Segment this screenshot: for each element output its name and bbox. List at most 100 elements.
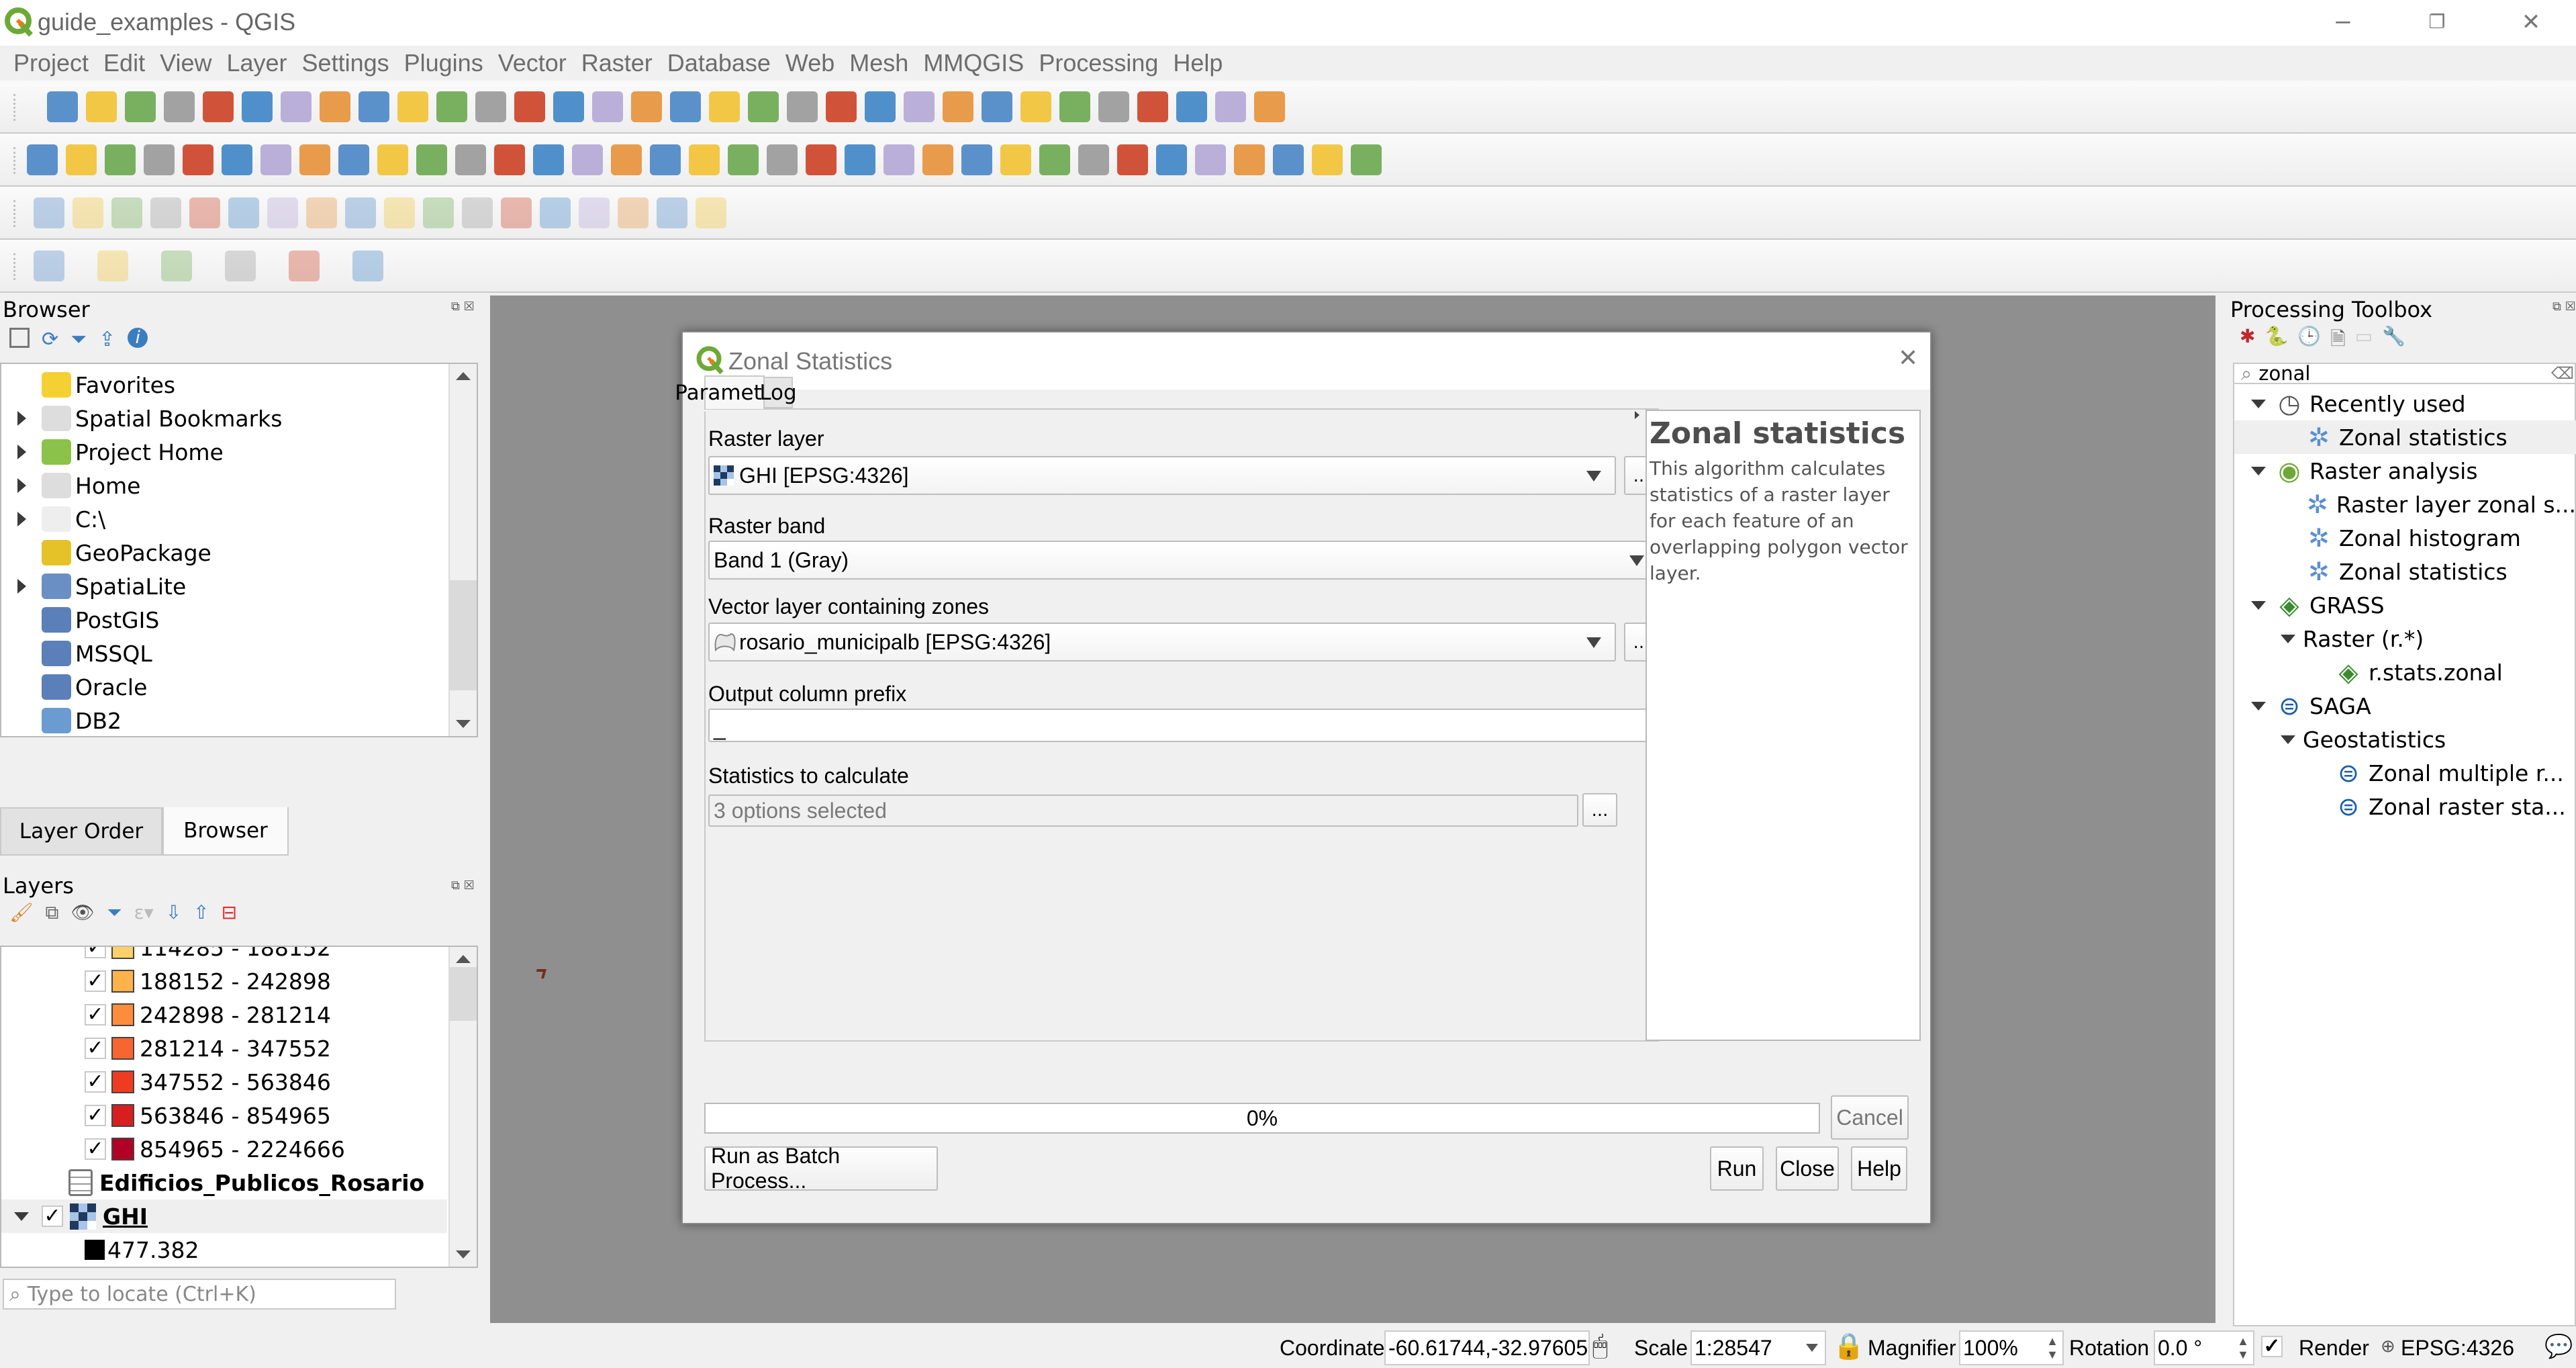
magnifier-spinbox[interactable]: 100% ▲ ▼ bbox=[1959, 1330, 2064, 1365]
new-virtual-layer-icon[interactable] bbox=[222, 144, 252, 175]
toolbox-tree-item[interactable]: ⊜ Zonal multiple r... bbox=[2234, 756, 2576, 790]
cancel-button[interactable]: Cancel bbox=[1831, 1095, 1909, 1140]
digitize-icon[interactable] bbox=[377, 144, 408, 175]
text-annotation-icon[interactable] bbox=[1215, 91, 1246, 122]
add-rectangle-icon[interactable] bbox=[225, 250, 256, 281]
show-hide-labels-icon[interactable] bbox=[884, 144, 914, 175]
pan-to-selection-icon[interactable] bbox=[320, 91, 350, 122]
toolbox-tree-item[interactable]: Geostatistics bbox=[2234, 723, 2576, 756]
layout-manager-icon[interactable] bbox=[203, 91, 234, 122]
green-plugin-icon[interactable] bbox=[352, 250, 383, 281]
minimize-button[interactable]: − bbox=[2323, 5, 2363, 39]
toolbox-tree-item[interactable]: ◈ r.stats.zonal bbox=[2234, 655, 2576, 689]
add-selected-icon[interactable] bbox=[9, 328, 30, 348]
simplify-icon[interactable] bbox=[150, 197, 181, 228]
info-icon[interactable]: i bbox=[128, 328, 148, 348]
edit-features-in-place-icon[interactable]: ▭ bbox=[2355, 325, 2373, 357]
toolbar-handle[interactable] bbox=[13, 94, 16, 121]
legend-class-checkbox[interactable]: ✓ bbox=[85, 947, 106, 958]
output-prefix-input[interactable]: _ bbox=[708, 709, 1659, 742]
scale-combo[interactable]: 1:28547 bbox=[1690, 1330, 1826, 1365]
history-icon[interactable]: 🕒 bbox=[2297, 325, 2321, 357]
models-icon[interactable]: ✱ bbox=[2240, 325, 2255, 357]
run-as-batch-button[interactable]: Run as Batch Process... bbox=[704, 1144, 938, 1193]
close-window-button[interactable]: ✕ bbox=[2511, 5, 2551, 39]
menu-mesh[interactable]: Mesh bbox=[849, 49, 908, 77]
annotation-icon[interactable] bbox=[1254, 91, 1285, 122]
menu-web[interactable]: Web bbox=[785, 49, 834, 77]
dock-float-close-icons[interactable]: ⧉ ☒ bbox=[451, 878, 475, 893]
label-toolbar-icon[interactable] bbox=[728, 144, 759, 175]
render-checkbox[interactable]: ✓ bbox=[2261, 1336, 2283, 1357]
chevron-down-icon[interactable] bbox=[2244, 399, 2273, 408]
modify-attributes-icon[interactable] bbox=[455, 144, 486, 175]
zoom-last-icon[interactable] bbox=[592, 91, 623, 122]
legend-class-item[interactable]: ✓ 114285 - 188152 bbox=[1, 947, 444, 964]
menu-plugins[interactable]: Plugins bbox=[404, 49, 483, 77]
refresh-icon[interactable] bbox=[787, 91, 818, 122]
toggle-extents-icon[interactable]: 🖱 bbox=[1592, 1332, 1608, 1361]
statistics-input[interactable]: 3 options selected bbox=[708, 794, 1578, 827]
toolbox-tree-item[interactable]: ✲ Raster layer zonal s... bbox=[2234, 488, 2576, 521]
dock-float-close-icons[interactable]: ⧉ ☒ bbox=[2553, 300, 2576, 314]
zoom-next-icon[interactable] bbox=[631, 91, 662, 122]
zoom-to-selection-icon[interactable] bbox=[475, 91, 506, 122]
chevron-down-icon[interactable] bbox=[2273, 735, 2303, 744]
add-ellipse-icon[interactable] bbox=[161, 250, 192, 281]
spin-arrows-icon[interactable]: ▲ ▼ bbox=[2046, 1334, 2058, 1361]
python-console-icon[interactable] bbox=[1195, 144, 1226, 175]
add-circle-icon[interactable] bbox=[97, 250, 128, 281]
options-wrench-icon[interactable]: 🔧 bbox=[2382, 325, 2405, 357]
browser-item[interactable]: Favorites bbox=[1, 368, 444, 402]
toolbox-tree-item[interactable]: ◈ GRASS bbox=[2234, 588, 2576, 622]
split-features-icon[interactable] bbox=[462, 197, 493, 228]
help-button[interactable]: Help bbox=[1851, 1146, 1907, 1191]
add-part-icon[interactable] bbox=[228, 197, 259, 228]
change-label-icon[interactable] bbox=[1000, 144, 1031, 175]
browser-item[interactable]: Spatial Bookmarks bbox=[1, 402, 444, 435]
browser-item[interactable]: Project Home bbox=[1, 435, 444, 469]
dialog-close-icon[interactable]: ✕ bbox=[1898, 345, 1918, 372]
measure-icon[interactable] bbox=[1176, 91, 1207, 122]
scroll-down-arrow[interactable] bbox=[456, 1250, 471, 1259]
toolbox-tree-item[interactable]: ✲ Zonal statistics bbox=[2234, 555, 2576, 588]
browser-item[interactable]: Home bbox=[1, 469, 444, 502]
expand-all-icon[interactable]: ⇩ bbox=[166, 901, 181, 924]
paste-icon[interactable] bbox=[611, 144, 642, 175]
select-by-value-icon[interactable] bbox=[943, 91, 973, 122]
refresh-icon[interactable]: ⟳ bbox=[42, 328, 58, 351]
identify-icon[interactable] bbox=[826, 91, 857, 122]
chevron-down-icon[interactable] bbox=[1, 1212, 42, 1221]
vertex-tool-icon[interactable] bbox=[416, 144, 447, 175]
locator-search-input[interactable]: ⌕ Type to locate (Ctrl+K) bbox=[3, 1279, 396, 1310]
rotate-label-icon[interactable] bbox=[961, 144, 992, 175]
reshape-icon[interactable] bbox=[384, 197, 415, 228]
offset-point-symbols-icon[interactable] bbox=[657, 197, 687, 228]
legend-class-item[interactable]: ✓ 242898 - 281214 bbox=[1, 998, 444, 1032]
browser-item[interactable]: PostGIS bbox=[1, 603, 444, 637]
qms-icon[interactable] bbox=[1117, 144, 1148, 175]
statistics-select-button[interactable]: ... bbox=[1582, 793, 1617, 827]
toolbox-search-input[interactable]: ⌕ zonal ⌫ bbox=[2234, 362, 2576, 385]
delete-part-icon[interactable] bbox=[345, 197, 376, 228]
delete-ring-icon[interactable] bbox=[306, 197, 337, 228]
browser-item[interactable]: C:\ bbox=[1, 502, 444, 536]
undo-icon[interactable] bbox=[650, 144, 681, 175]
legend-class-checkbox[interactable]: ✓ bbox=[85, 1138, 106, 1160]
zoom-in-icon[interactable] bbox=[359, 91, 389, 122]
toggle-editing-icon[interactable] bbox=[299, 144, 330, 175]
diagram-icon[interactable] bbox=[767, 144, 798, 175]
add-group-icon[interactable]: ⧉ bbox=[46, 901, 59, 924]
collapse-all-icon[interactable]: ⇪ bbox=[99, 328, 115, 351]
vector-layer-combo[interactable]: rosario_municipalb [EPSG:4326] bbox=[708, 623, 1616, 662]
scroll-thumb[interactable] bbox=[450, 967, 477, 1021]
save-edits-icon[interactable] bbox=[338, 144, 369, 175]
menu-database[interactable]: Database bbox=[667, 49, 771, 77]
zoom-to-layer-icon[interactable] bbox=[514, 91, 545, 122]
offset-curve-icon[interactable] bbox=[423, 197, 454, 228]
scroll-down-arrow[interactable] bbox=[456, 720, 471, 728]
fill-ring-icon[interactable] bbox=[267, 197, 298, 228]
select-features-icon[interactable] bbox=[904, 91, 935, 122]
attribute-table-icon[interactable] bbox=[1020, 91, 1051, 122]
toolbox-tree-item[interactable]: ⊜ SAGA bbox=[2234, 689, 2576, 723]
